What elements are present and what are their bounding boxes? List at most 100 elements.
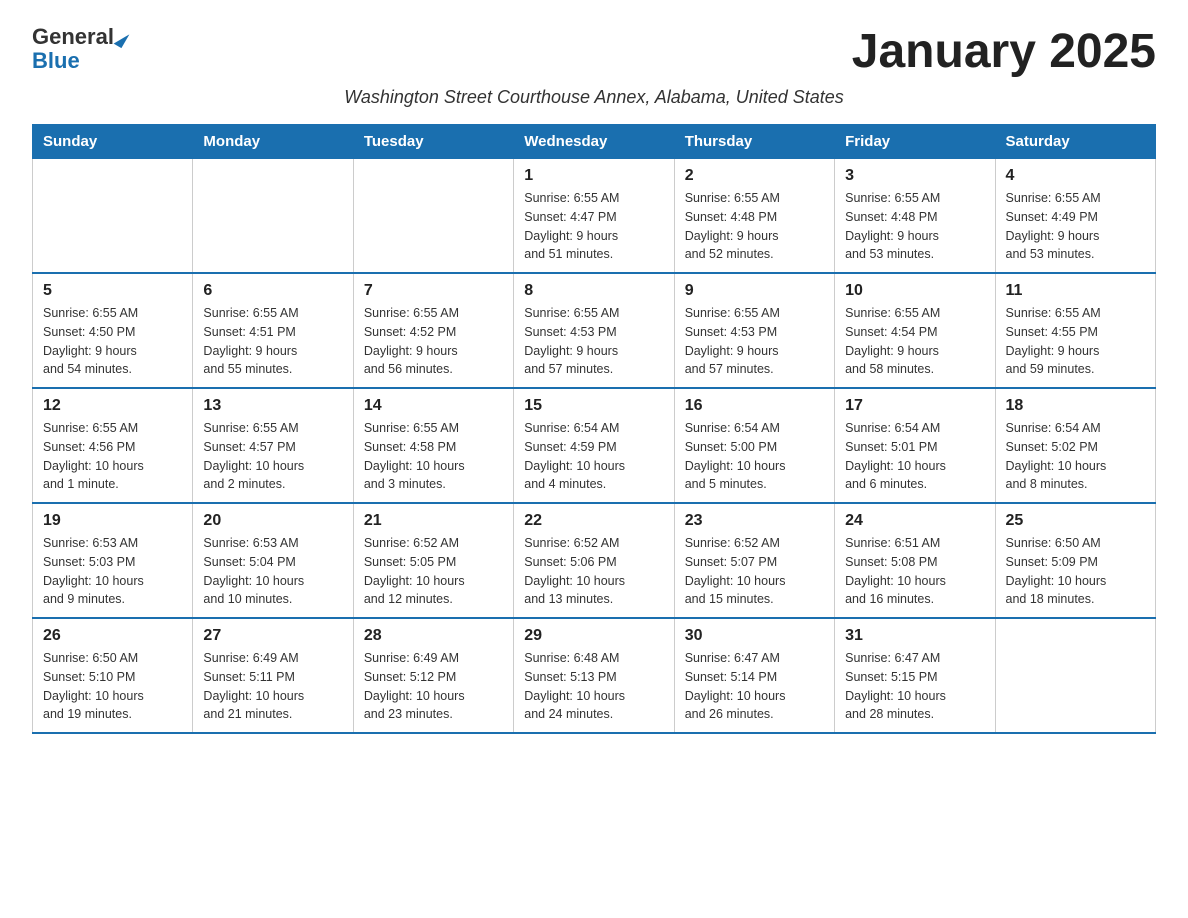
day-of-week-thursday: Thursday — [674, 125, 834, 159]
logo-triangle-icon — [114, 29, 130, 47]
day-info: Sunrise: 6:55 AM Sunset: 4:57 PM Dayligh… — [203, 419, 342, 494]
day-info: Sunrise: 6:47 AM Sunset: 5:14 PM Dayligh… — [685, 649, 824, 724]
day-number: 7 — [364, 282, 503, 300]
calendar-cell: 1Sunrise: 6:55 AM Sunset: 4:47 PM Daylig… — [514, 159, 674, 274]
day-info: Sunrise: 6:47 AM Sunset: 5:15 PM Dayligh… — [845, 649, 984, 724]
day-number: 19 — [43, 512, 182, 530]
day-number: 5 — [43, 282, 182, 300]
day-info: Sunrise: 6:55 AM Sunset: 4:49 PM Dayligh… — [1006, 189, 1145, 264]
calendar-cell: 26 Sunrise: 6:50 AM Sunset: 5:10 PM Dayli… — [33, 618, 193, 733]
calendar-cell: 27 Sunrise: 6:49 AM Sunset: 5:11 PM Dayli… — [193, 618, 353, 733]
calendar-cell: 8Sunrise: 6:55 AM Sunset: 4:53 PM Daylig… — [514, 273, 674, 388]
day-number: 15 — [524, 397, 663, 415]
calendar-cell: 13 Sunrise: 6:55 AM Sunset: 4:57 PM Dayli… — [193, 388, 353, 503]
calendar-cell: 19Sunrise: 6:53 AM Sunset: 5:03 PM Dayli… — [33, 503, 193, 618]
day-number: 20 — [203, 512, 342, 530]
calendar-cell: 9 Sunrise: 6:55 AM Sunset: 4:53 PM Daylig… — [674, 273, 834, 388]
logo-blue-text: Blue — [32, 48, 126, 74]
calendar-week-1: 1Sunrise: 6:55 AM Sunset: 4:47 PM Daylig… — [33, 159, 1156, 274]
day-number: 3 — [845, 167, 984, 185]
calendar-cell: 2Sunrise: 6:55 AM Sunset: 4:48 PM Daylig… — [674, 159, 834, 274]
calendar-cell: 28 Sunrise: 6:49 AM Sunset: 5:12 PM Dayli… — [353, 618, 513, 733]
calendar-cell: 20Sunrise: 6:53 AM Sunset: 5:04 PM Dayli… — [193, 503, 353, 618]
day-number: 24 — [845, 512, 984, 530]
day-info: Sunrise: 6:51 AM Sunset: 5:08 PM Dayligh… — [845, 534, 984, 609]
day-number: 16 — [685, 397, 824, 415]
calendar-cell: 21 Sunrise: 6:52 AM Sunset: 5:05 PM Dayli… — [353, 503, 513, 618]
page-title: January 2025 — [852, 24, 1156, 79]
calendar-cell — [995, 618, 1155, 733]
day-number: 11 — [1006, 282, 1145, 300]
day-info: Sunrise: 6:55 AM Sunset: 4:52 PM Dayligh… — [364, 304, 503, 379]
days-of-week-row: SundayMondayTuesdayWednesdayThursdayFrid… — [33, 125, 1156, 159]
calendar-cell: 4 Sunrise: 6:55 AM Sunset: 4:49 PM Daylig… — [995, 159, 1155, 274]
calendar-week-2: 5 Sunrise: 6:55 AM Sunset: 4:50 PM Daylig… — [33, 273, 1156, 388]
day-number: 29 — [524, 627, 663, 645]
calendar-table: SundayMondayTuesdayWednesdayThursdayFrid… — [32, 124, 1156, 734]
calendar-cell: 16Sunrise: 6:54 AM Sunset: 5:00 PM Dayli… — [674, 388, 834, 503]
day-number: 22 — [524, 512, 663, 530]
day-info: Sunrise: 6:55 AM Sunset: 4:50 PM Dayligh… — [43, 304, 182, 379]
day-info: Sunrise: 6:50 AM Sunset: 5:10 PM Dayligh… — [43, 649, 182, 724]
calendar-cell: 29Sunrise: 6:48 AM Sunset: 5:13 PM Dayli… — [514, 618, 674, 733]
day-info: Sunrise: 6:49 AM Sunset: 5:11 PM Dayligh… — [203, 649, 342, 724]
day-number: 30 — [685, 627, 824, 645]
calendar-cell: 7 Sunrise: 6:55 AM Sunset: 4:52 PM Daylig… — [353, 273, 513, 388]
day-info: Sunrise: 6:55 AM Sunset: 4:48 PM Dayligh… — [845, 189, 984, 264]
calendar-cell: 11 Sunrise: 6:55 AM Sunset: 4:55 PM Dayli… — [995, 273, 1155, 388]
day-of-week-saturday: Saturday — [995, 125, 1155, 159]
page-subtitle: Washington Street Courthouse Annex, Alab… — [32, 87, 1156, 108]
calendar-body: 1Sunrise: 6:55 AM Sunset: 4:47 PM Daylig… — [33, 159, 1156, 734]
calendar-cell: 15 Sunrise: 6:54 AM Sunset: 4:59 PM Dayli… — [514, 388, 674, 503]
calendar-cell: 18Sunrise: 6:54 AM Sunset: 5:02 PM Dayli… — [995, 388, 1155, 503]
logo-general-text: General — [32, 24, 114, 50]
day-info: Sunrise: 6:50 AM Sunset: 5:09 PM Dayligh… — [1006, 534, 1145, 609]
day-number: 6 — [203, 282, 342, 300]
calendar-cell: 12 Sunrise: 6:55 AM Sunset: 4:56 PM Dayli… — [33, 388, 193, 503]
day-number: 4 — [1006, 167, 1145, 185]
day-info: Sunrise: 6:52 AM Sunset: 5:05 PM Dayligh… — [364, 534, 503, 609]
day-info: Sunrise: 6:54 AM Sunset: 4:59 PM Dayligh… — [524, 419, 663, 494]
day-number: 14 — [364, 397, 503, 415]
calendar-header: SundayMondayTuesdayWednesdayThursdayFrid… — [33, 125, 1156, 159]
day-number: 27 — [203, 627, 342, 645]
page-header: General Blue January 2025 — [32, 24, 1156, 79]
day-info: Sunrise: 6:54 AM Sunset: 5:02 PM Dayligh… — [1006, 419, 1145, 494]
day-of-week-wednesday: Wednesday — [514, 125, 674, 159]
day-number: 12 — [43, 397, 182, 415]
day-of-week-tuesday: Tuesday — [353, 125, 513, 159]
calendar-cell: 14 Sunrise: 6:55 AM Sunset: 4:58 PM Dayli… — [353, 388, 513, 503]
calendar-cell — [193, 159, 353, 274]
day-info: Sunrise: 6:55 AM Sunset: 4:55 PM Dayligh… — [1006, 304, 1145, 379]
day-info: Sunrise: 6:55 AM Sunset: 4:51 PM Dayligh… — [203, 304, 342, 379]
day-number: 28 — [364, 627, 503, 645]
calendar-week-4: 19Sunrise: 6:53 AM Sunset: 5:03 PM Dayli… — [33, 503, 1156, 618]
day-number: 1 — [524, 167, 663, 185]
day-number: 2 — [685, 167, 824, 185]
day-of-week-friday: Friday — [835, 125, 995, 159]
day-number: 21 — [364, 512, 503, 530]
day-info: Sunrise: 6:55 AM Sunset: 4:56 PM Dayligh… — [43, 419, 182, 494]
day-number: 10 — [845, 282, 984, 300]
day-info: Sunrise: 6:55 AM Sunset: 4:53 PM Dayligh… — [685, 304, 824, 379]
day-number: 23 — [685, 512, 824, 530]
day-of-week-monday: Monday — [193, 125, 353, 159]
calendar-cell — [33, 159, 193, 274]
day-of-week-sunday: Sunday — [33, 125, 193, 159]
day-info: Sunrise: 6:52 AM Sunset: 5:07 PM Dayligh… — [685, 534, 824, 609]
calendar-cell: 22 Sunrise: 6:52 AM Sunset: 5:06 PM Dayli… — [514, 503, 674, 618]
calendar-cell: 23 Sunrise: 6:52 AM Sunset: 5:07 PM Dayli… — [674, 503, 834, 618]
day-info: Sunrise: 6:49 AM Sunset: 5:12 PM Dayligh… — [364, 649, 503, 724]
day-number: 13 — [203, 397, 342, 415]
day-number: 9 — [685, 282, 824, 300]
day-number: 17 — [845, 397, 984, 415]
day-number: 25 — [1006, 512, 1145, 530]
calendar-cell: 31Sunrise: 6:47 AM Sunset: 5:15 PM Dayli… — [835, 618, 995, 733]
logo: General Blue — [32, 24, 126, 74]
day-number: 26 — [43, 627, 182, 645]
day-info: Sunrise: 6:52 AM Sunset: 5:06 PM Dayligh… — [524, 534, 663, 609]
calendar-week-5: 26 Sunrise: 6:50 AM Sunset: 5:10 PM Dayli… — [33, 618, 1156, 733]
calendar-cell: 5 Sunrise: 6:55 AM Sunset: 4:50 PM Daylig… — [33, 273, 193, 388]
calendar-cell: 24 Sunrise: 6:51 AM Sunset: 5:08 PM Dayli… — [835, 503, 995, 618]
day-info: Sunrise: 6:55 AM Sunset: 4:58 PM Dayligh… — [364, 419, 503, 494]
